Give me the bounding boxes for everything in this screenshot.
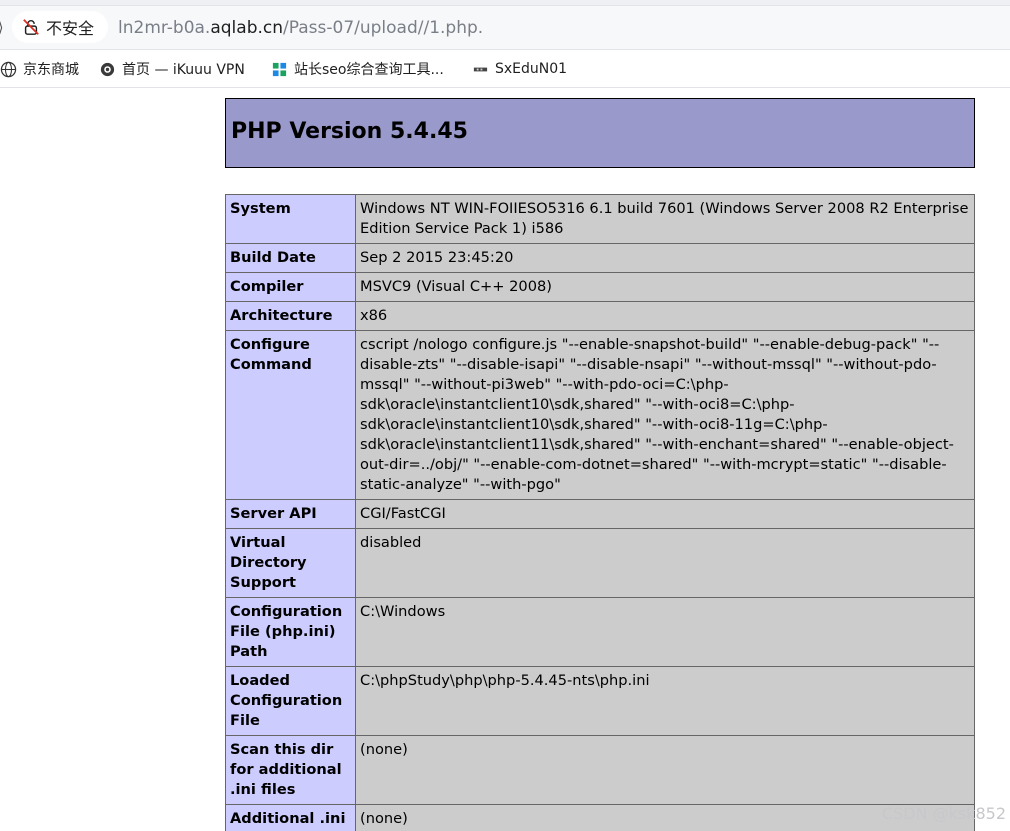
url-prefix: ln2mr-b0a. bbox=[118, 18, 211, 38]
table-row: Virtual Directory Support disabled bbox=[225, 528, 975, 598]
row-value: C:\phpStudy\php\php-5.4.45-nts\php.ini bbox=[355, 666, 975, 736]
table-row: Server API CGI/FastCGI bbox=[225, 499, 975, 529]
row-value: disabled bbox=[355, 528, 975, 598]
security-label: 不安全 bbox=[46, 19, 95, 38]
row-value: (none) bbox=[355, 735, 975, 805]
row-key: Virtual Directory Support bbox=[225, 528, 356, 598]
row-key: Build Date bbox=[225, 243, 356, 273]
row-key: Scan this dir for additional .ini files bbox=[225, 735, 356, 805]
bookmark-seo[interactable]: 站长seo综合查询工具... bbox=[271, 59, 444, 79]
row-key: Configuration File (php.ini) Path bbox=[225, 597, 356, 667]
ikuuu-icon bbox=[100, 62, 115, 76]
row-key: Architecture bbox=[225, 301, 356, 331]
table-row: Architecture x86 bbox=[225, 301, 975, 331]
table-row: Compiler MSVC9 (Visual C++ 2008) bbox=[225, 272, 975, 302]
bookmark-label: SxEduN01 bbox=[495, 61, 568, 77]
address-bar-row: ⟩ 不安全 ln2mr-b0a.aqlab.cn/Pass-07/upload/… bbox=[0, 6, 1010, 50]
row-value: Sep 2 2015 23:45:20 bbox=[355, 243, 975, 273]
url-path: /Pass-07/upload//1.php. bbox=[283, 18, 484, 38]
bookmark-label: 站长seo综合查询工具... bbox=[294, 62, 444, 78]
bookmark-label: 首页 — iKuuu VPN bbox=[122, 62, 245, 78]
row-key: Additional .ini files parsed bbox=[225, 804, 356, 831]
back-button-icon[interactable]: ⟩ bbox=[0, 20, 8, 36]
row-value: CGI/FastCGI bbox=[355, 499, 975, 529]
bookmark-label: 京东商城 bbox=[23, 62, 79, 78]
table-row: Loaded Configuration File C:\phpStudy\php… bbox=[225, 666, 975, 736]
url-field[interactable]: ln2mr-b0a.aqlab.cn/Pass-07/upload//1.php… bbox=[118, 18, 483, 38]
row-key: System bbox=[225, 194, 356, 244]
table-row: System Windows NT WIN-FOIIESO5316 6.1 bui… bbox=[225, 194, 975, 244]
row-key: Compiler bbox=[225, 272, 356, 302]
bookmark-ikuuu[interactable]: 首页 — iKuuu VPN bbox=[99, 59, 245, 79]
php-version-header: PHP Version 5.4.45 bbox=[225, 98, 975, 168]
table-row: Build Date Sep 2 2015 23:45:20 bbox=[225, 243, 975, 273]
phpinfo-table: System Windows NT WIN-FOIIESO5316 6.1 bui… bbox=[225, 194, 975, 831]
globe-icon bbox=[0, 61, 17, 77]
row-value: cscript /nologo configure.js "--enable-s… bbox=[355, 330, 975, 500]
bookmark-jd[interactable]: 京东商城 bbox=[0, 59, 79, 79]
row-value: C:\Windows bbox=[355, 597, 975, 667]
row-key: Server API bbox=[225, 499, 356, 529]
page-content: PHP Version 5.4.45 System Windows NT WIN-… bbox=[0, 89, 1010, 831]
not-secure-lock-icon bbox=[23, 19, 39, 35]
row-value: Windows NT WIN-FOIIESO5316 6.1 build 760… bbox=[355, 194, 975, 244]
bookmark-sxedu[interactable]: SxEduN01 bbox=[472, 59, 567, 79]
bookmarks-bar: 京东商城 首页 — iKuuu VPN 站长seo综合查询工具... SxEdu… bbox=[0, 50, 1010, 88]
row-key: Loaded Configuration File bbox=[225, 666, 356, 736]
csdn-watermark: CSDN @ksk852 bbox=[881, 804, 1006, 823]
url-host: aqlab.cn bbox=[210, 18, 284, 38]
table-row: Scan this dir for additional .ini files(… bbox=[225, 735, 975, 805]
row-value: x86 bbox=[355, 301, 975, 331]
site-security-chip[interactable]: 不安全 bbox=[12, 11, 108, 43]
seo-icon bbox=[272, 62, 287, 76]
row-value: MSVC9 (Visual C++ 2008) bbox=[355, 272, 975, 302]
table-row: Additional .ini files parsed(none) bbox=[225, 804, 975, 831]
row-key: Configure Command bbox=[225, 330, 356, 500]
site-icon bbox=[473, 67, 488, 71]
page-title: PHP Version 5.4.45 bbox=[231, 119, 468, 144]
table-row: Configuration File (php.ini) Path C:\Wind… bbox=[225, 597, 975, 667]
table-row: Configure Command cscript /nologo configu… bbox=[225, 330, 975, 500]
